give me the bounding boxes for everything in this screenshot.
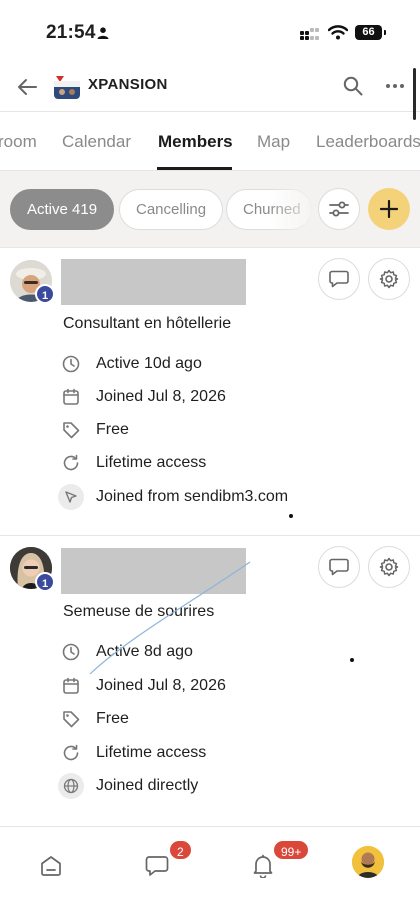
filter-settings-button[interactable]	[318, 188, 360, 230]
community-logo	[54, 73, 80, 99]
wifi-icon	[328, 25, 348, 40]
annotation-dot	[350, 658, 354, 662]
clock-icon	[62, 643, 80, 661]
nav-home[interactable]	[36, 851, 66, 881]
chat-icon	[145, 856, 169, 876]
member-access: Lifetime access	[62, 451, 206, 475]
person-icon	[97, 27, 109, 39]
battery-cap	[384, 30, 386, 35]
active-tab-indicator	[157, 167, 232, 170]
tag-icon	[62, 421, 80, 439]
more-horizontal-icon	[386, 84, 404, 88]
member-source: Joined directly	[58, 773, 198, 799]
message-member-button[interactable]	[318, 258, 360, 300]
member-access: Lifetime access	[62, 741, 206, 765]
refresh-icon	[62, 744, 80, 762]
member-level-badge: 1	[35, 572, 55, 592]
cursor-icon	[58, 484, 84, 510]
status-time: 21:54	[46, 22, 96, 43]
tab-members[interactable]: Members	[158, 132, 233, 152]
clock-icon	[62, 355, 80, 373]
member-card[interactable]: 1 Consultant en hôtellerie Active 10d ag…	[0, 248, 420, 536]
signal-icon	[300, 28, 319, 40]
notifications-badge: 99+	[272, 839, 311, 861]
search-icon	[343, 76, 363, 96]
plus-icon	[380, 200, 398, 218]
status-bar: 21:54 66	[0, 0, 420, 62]
annotation-dot	[289, 514, 293, 518]
tab-room[interactable]: room	[0, 132, 37, 152]
member-level-badge: 1	[35, 284, 55, 304]
calendar-icon	[62, 388, 80, 406]
member-activity: Active 10d ago	[62, 352, 202, 376]
arrow-left-icon	[18, 79, 37, 95]
calendar-icon	[62, 677, 80, 695]
search-button[interactable]	[340, 73, 366, 99]
filter-chip-active[interactable]: Active 419	[10, 189, 115, 230]
add-member-button[interactable]	[368, 188, 410, 230]
message-member-button[interactable]	[318, 546, 360, 588]
tab-bar: room Calendar Members Map Leaderboards	[0, 113, 420, 171]
tab-map[interactable]: Map	[257, 132, 290, 152]
globe-icon	[58, 773, 84, 799]
refresh-icon	[62, 454, 80, 472]
messages-badge: 2	[168, 839, 193, 861]
chat-bubble-icon	[329, 558, 349, 576]
battery-indicator: 66	[355, 25, 382, 40]
bell-icon	[253, 854, 273, 878]
community-name[interactable]: XPANSION	[88, 76, 168, 93]
sliders-icon	[329, 201, 349, 217]
back-button[interactable]	[14, 74, 40, 100]
member-settings-button[interactable]	[368, 546, 410, 588]
more-options-button[interactable]	[382, 73, 408, 99]
filter-chip-cancelling[interactable]: Cancelling	[119, 189, 224, 230]
nav-messages[interactable]	[142, 851, 172, 881]
member-plan: Free	[62, 707, 129, 731]
annotation-stroke	[89, 561, 251, 675]
chips-fade	[268, 171, 318, 247]
member-joined-date: Joined Jul 8, 2026	[62, 385, 226, 409]
profile-avatar[interactable]	[352, 846, 384, 878]
chat-bubble-icon	[329, 270, 349, 288]
member-source: Joined from sendibm3.com	[58, 484, 288, 510]
member-bio: Consultant en hôtellerie	[63, 315, 232, 332]
member-name-redacted	[61, 259, 246, 305]
home-icon	[41, 856, 61, 876]
member-plan: Free	[62, 418, 129, 442]
tag-icon	[62, 710, 80, 728]
member-settings-button[interactable]	[368, 258, 410, 300]
app-header: XPANSION	[0, 62, 420, 112]
tab-calendar[interactable]: Calendar	[62, 132, 131, 152]
gear-icon	[379, 269, 399, 289]
tab-leaderboards[interactable]: Leaderboards	[316, 132, 420, 152]
gear-icon	[379, 557, 399, 577]
